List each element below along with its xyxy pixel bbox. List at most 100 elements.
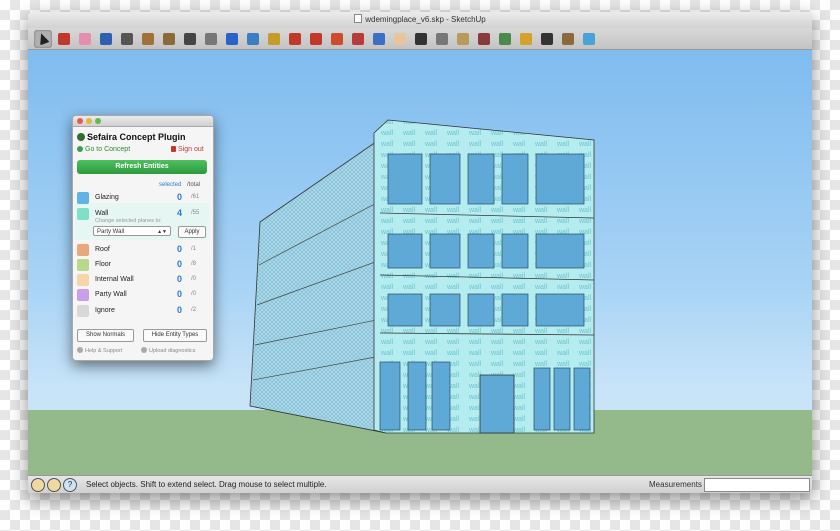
tool-pencil-line[interactable] xyxy=(55,30,73,48)
entity-row-party-wall[interactable]: Party Wall 0/0 xyxy=(77,288,207,302)
hand-icon xyxy=(394,32,406,45)
entity-type-select[interactable]: Party Wall ▲▼ xyxy=(93,226,171,236)
tool-orbit[interactable] xyxy=(349,30,367,48)
glazing-panel[interactable] xyxy=(429,153,461,205)
glazing-panel[interactable] xyxy=(533,367,551,431)
glazing-panel[interactable] xyxy=(501,153,529,205)
glazing-panel[interactable] xyxy=(379,361,401,431)
apply-button[interactable]: Apply xyxy=(178,226,206,238)
geo-location-icon[interactable] xyxy=(31,478,45,492)
plugin-title-bar[interactable] xyxy=(73,116,213,127)
glazing-panel[interactable] xyxy=(573,367,591,431)
zoom-icon[interactable] xyxy=(95,118,101,124)
tool-info[interactable] xyxy=(223,30,241,48)
tool-select-arrow[interactable] xyxy=(34,29,52,48)
minimize-icon[interactable] xyxy=(86,118,92,124)
glazing-panel[interactable] xyxy=(501,293,529,327)
tool-hand[interactable] xyxy=(391,30,409,48)
entity-row-wall[interactable]: Wall 4/55 xyxy=(77,207,207,221)
glazing-panel[interactable] xyxy=(387,293,423,327)
close-icon[interactable] xyxy=(77,118,83,124)
sign-out-link[interactable]: Sign out xyxy=(171,146,204,153)
entrance-door[interactable] xyxy=(479,374,515,434)
tool-push-pull[interactable] xyxy=(202,30,220,48)
help-support-link[interactable]: Help & Support xyxy=(77,347,122,354)
show-normals-button[interactable]: Show Normals xyxy=(77,329,134,342)
tool-tag[interactable] xyxy=(517,30,535,48)
follow-me-icon xyxy=(310,32,322,45)
glazing-panel[interactable] xyxy=(407,361,427,431)
circle-icon xyxy=(163,32,175,45)
entity-total-count: /2 xyxy=(191,307,197,313)
tool-zoom-extents[interactable] xyxy=(433,30,451,48)
help-icon[interactable]: ? xyxy=(63,478,77,492)
glazing-panel[interactable] xyxy=(429,293,461,327)
go-to-concept-link[interactable]: Go to Concept xyxy=(77,146,130,153)
entity-row-floor[interactable]: Floor 0/8 xyxy=(77,258,207,272)
entity-label: Glazing xyxy=(95,194,119,201)
tool-share[interactable] xyxy=(580,30,598,48)
tool-offset[interactable] xyxy=(286,30,304,48)
tool-move[interactable] xyxy=(118,30,136,48)
offset-icon xyxy=(289,32,301,45)
refresh-entities-button[interactable]: Refresh Entities xyxy=(77,160,207,174)
glazing-panel[interactable] xyxy=(535,153,585,205)
tool-pan[interactable] xyxy=(370,30,388,48)
component-icon xyxy=(541,32,553,45)
tool-paint-bucket[interactable] xyxy=(244,30,262,48)
credits-icon[interactable] xyxy=(47,478,61,492)
concept-globe-icon xyxy=(77,146,83,152)
building-side-face[interactable] xyxy=(249,134,387,434)
tool-walk[interactable] xyxy=(496,30,514,48)
tool-person[interactable] xyxy=(475,30,493,48)
glazing-panel[interactable] xyxy=(535,233,585,269)
glazing-panel[interactable] xyxy=(467,233,495,269)
tool-rotate[interactable] xyxy=(328,30,346,48)
measurements-label: Measurements xyxy=(649,480,702,489)
glazing-panel[interactable] xyxy=(431,361,451,431)
entity-total-count: /1 xyxy=(191,246,197,252)
tool-section-plane[interactable] xyxy=(454,30,472,48)
tool-axes[interactable] xyxy=(97,30,115,48)
chevron-down-icon: ▲▼ xyxy=(157,229,167,235)
entity-selected-count: 4 xyxy=(177,208,183,218)
entity-selected-count: 0 xyxy=(177,192,183,202)
glazing-panel[interactable] xyxy=(387,233,423,269)
tool-warehouse[interactable] xyxy=(559,30,577,48)
entity-selected-count: 0 xyxy=(177,289,183,299)
tool-eraser[interactable] xyxy=(76,30,94,48)
tool-zoom[interactable] xyxy=(412,30,430,48)
upload-diagnostics-link[interactable]: Upload diagnostics xyxy=(141,347,195,354)
glazing-panel[interactable] xyxy=(429,233,461,269)
walk-icon xyxy=(499,32,511,45)
measurements-input[interactable] xyxy=(704,478,810,492)
glazing-panel[interactable] xyxy=(467,293,495,327)
move-icon xyxy=(121,32,133,45)
tool-circle[interactable] xyxy=(160,30,178,48)
glazing-panel[interactable] xyxy=(387,153,423,205)
entity-color-swatch xyxy=(77,289,89,301)
tool-tape-measure[interactable] xyxy=(265,30,283,48)
entity-row-glazing[interactable]: Glazing 0/61 xyxy=(77,191,207,205)
entity-selected-count: 0 xyxy=(177,305,183,315)
glazing-panel[interactable] xyxy=(535,293,585,327)
entity-selected-count: 0 xyxy=(177,274,183,284)
question-icon xyxy=(77,347,83,353)
tool-follow-me[interactable] xyxy=(307,30,325,48)
entity-row-roof[interactable]: Roof 0/1 xyxy=(77,243,207,257)
glazing-panel[interactable] xyxy=(467,153,495,205)
tool-rectangle[interactable] xyxy=(139,30,157,48)
hide-entity-types-button[interactable]: Hide Entity Types xyxy=(143,329,207,342)
tape-measure-icon xyxy=(268,32,280,45)
tool-arc[interactable] xyxy=(181,30,199,48)
entity-row-internal-wall[interactable]: Internal Wall 0/0 xyxy=(77,273,207,287)
entity-color-swatch xyxy=(77,244,89,256)
entity-row-ignore[interactable]: Ignore 0/2 xyxy=(77,304,207,318)
plugin-heading: Sefaira Concept Plugin xyxy=(77,132,186,142)
glazing-panel[interactable] xyxy=(553,367,571,431)
entity-label: Roof xyxy=(95,246,110,253)
entity-selected-count: 0 xyxy=(177,259,183,269)
tool-component[interactable] xyxy=(538,30,556,48)
section-plane-icon xyxy=(457,32,469,45)
glazing-panel[interactable] xyxy=(501,233,529,269)
